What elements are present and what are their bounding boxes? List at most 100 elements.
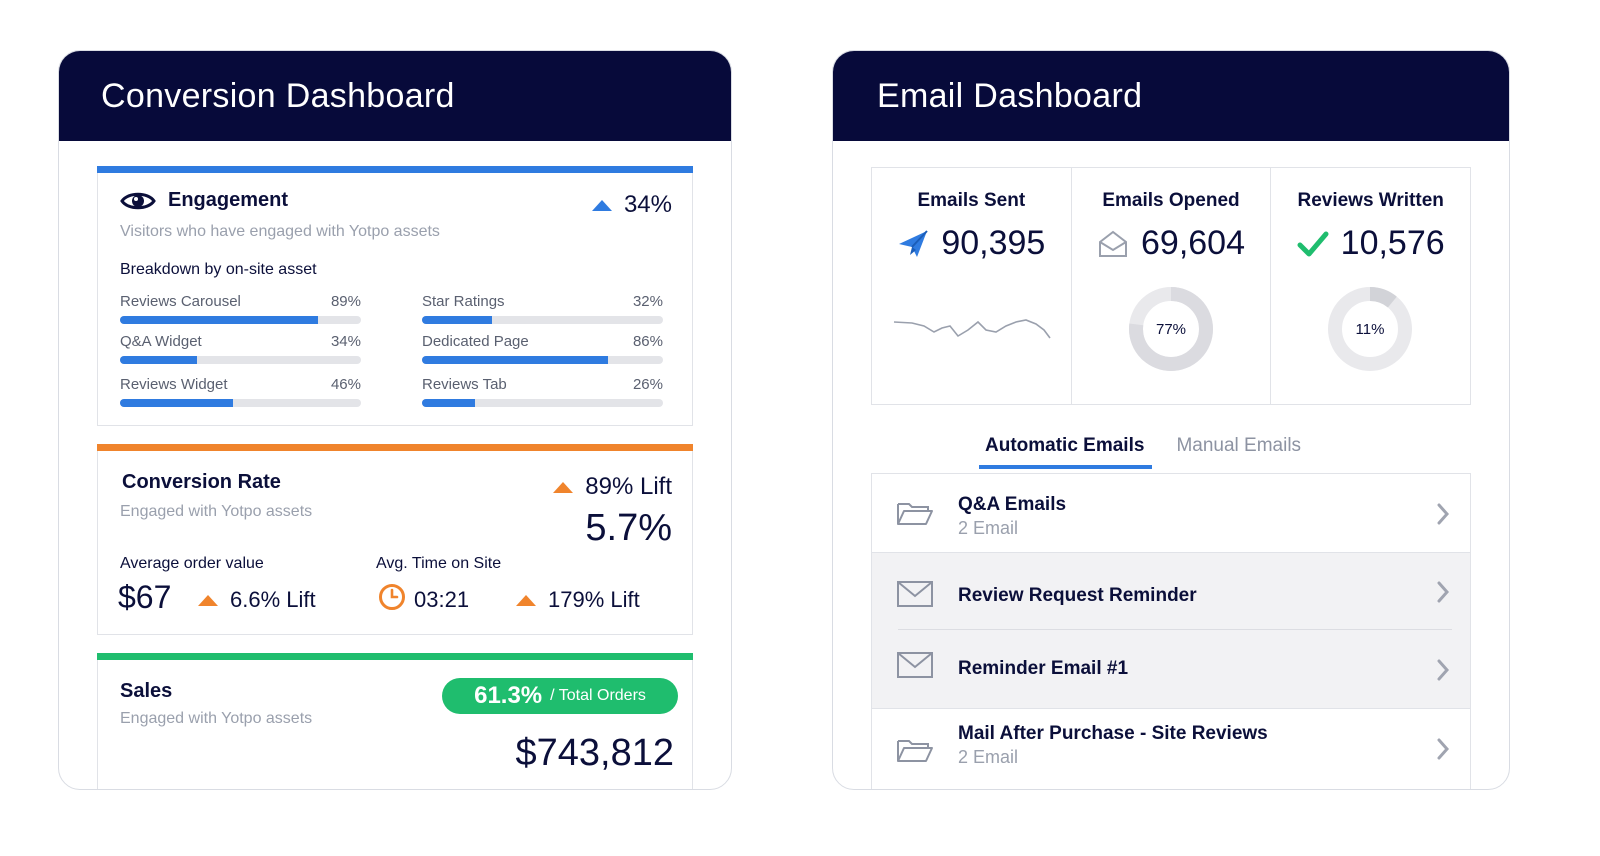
asset-bar: Reviews Tab 26% xyxy=(422,376,663,407)
asset-fill xyxy=(120,316,318,324)
asset-value: 34% xyxy=(330,333,361,350)
asset-value: 89% xyxy=(330,293,361,310)
chevron-right-icon[interactable] xyxy=(1436,580,1450,604)
asset-label: Star Ratings xyxy=(422,293,505,310)
asset-fill xyxy=(422,356,608,364)
asset-bar: Q&A Widget 34% xyxy=(120,333,361,364)
stat-value: 69,604 xyxy=(1141,224,1245,262)
chevron-right-icon[interactable] xyxy=(1436,737,1450,761)
engagement-accent-bar xyxy=(97,166,693,173)
time-on-site-value: 03:21 xyxy=(414,587,470,612)
conversion-rate-card[interactable]: Conversion Rate Engaged with Yotpo asset… xyxy=(97,444,693,635)
asset-track xyxy=(422,399,663,407)
conversion-dashboard-title: Conversion Dashboard xyxy=(101,76,455,115)
list-item-title: Review Request Reminder xyxy=(958,585,1197,606)
total-orders-badge: 61.3% / Total Orders xyxy=(442,678,678,714)
asset-fill xyxy=(422,316,492,324)
conversion-rate-value: 5.7% xyxy=(585,507,672,549)
list-item-title: Q&A Emails xyxy=(958,494,1067,515)
stat-reviews-written[interactable]: Reviews Written 10,576 11% xyxy=(1271,168,1470,404)
email-dashboard-panel: Email Dashboard Emails Sent 90,395 Email… xyxy=(832,50,1510,790)
email-tabs: Automatic Emails Manual Emails xyxy=(979,435,1327,469)
chevron-right-icon[interactable] xyxy=(1436,658,1450,682)
sales-accent-bar xyxy=(97,653,693,660)
time-lift: 179% Lift xyxy=(516,587,640,613)
donut-label: 11% xyxy=(1356,321,1385,338)
envelope-icon xyxy=(897,581,933,607)
engagement-title: Engagement xyxy=(168,189,289,211)
stat-emails-opened[interactable]: Emails Opened 69,604 77% xyxy=(1072,168,1272,404)
stat-title: Emails Sent xyxy=(917,190,1026,211)
email-group: Review Request Reminder Reminder Email #… xyxy=(871,553,1471,709)
asset-track xyxy=(422,356,663,364)
total-orders-value: 61.3% xyxy=(474,682,543,709)
email-list: Q&A Emails 2 Email Review Request Remind… xyxy=(871,473,1471,789)
folder-icon xyxy=(897,740,933,762)
asset-track xyxy=(422,316,663,324)
asset-fill xyxy=(120,356,198,364)
stat-value: 10,576 xyxy=(1340,224,1445,262)
asset-track xyxy=(120,356,361,364)
arrow-up-icon xyxy=(553,481,574,493)
asset-label: Reviews Tab xyxy=(422,376,507,393)
conversion-rate-subtitle: Engaged with Yotpo assets xyxy=(120,503,313,520)
clock-icon xyxy=(379,584,405,610)
aov-label: Average order value xyxy=(120,555,264,572)
asset-label: Q&A Widget xyxy=(120,333,202,350)
email-dashboard-title: Email Dashboard xyxy=(877,76,1143,115)
open-envelope-icon xyxy=(1099,230,1127,257)
asset-track xyxy=(120,399,361,407)
list-item-mail-after-purchase[interactable]: Mail After Purchase - Site Reviews 2 Ema… xyxy=(871,709,1471,789)
asset-fill xyxy=(422,399,476,407)
tab-automatic-emails[interactable]: Automatic Emails xyxy=(979,435,1153,469)
engagement-change: 34% xyxy=(591,191,672,219)
asset-value: 46% xyxy=(330,376,361,393)
stat-emails-sent[interactable]: Emails Sent 90,395 xyxy=(872,168,1072,404)
opened-donut-chart: 77% xyxy=(1128,287,1213,371)
asset-fill xyxy=(120,399,234,407)
sales-title: Sales xyxy=(120,680,173,702)
aov-lift-value: 6.6% Lift xyxy=(230,587,316,612)
list-item-title: Mail After Purchase - Site Reviews xyxy=(958,723,1268,744)
tab-manual-emails[interactable]: Manual Emails xyxy=(1170,435,1309,469)
sales-amount: $743,812 xyxy=(515,732,675,774)
conversion-accent-bar xyxy=(97,444,693,451)
list-item-review-request-reminder[interactable]: Review Request Reminder xyxy=(872,553,1470,629)
stat-title: Reviews Written xyxy=(1297,190,1444,211)
email-stats: Emails Sent 90,395 Emails Opened 69,604 … xyxy=(871,167,1471,405)
asset-label: Reviews Carousel xyxy=(120,293,241,310)
engagement-card[interactable]: Engagement 34% Visitors who have engaged… xyxy=(97,166,693,426)
eye-icon xyxy=(120,192,156,209)
list-item-title: Reminder Email #1 xyxy=(958,658,1129,679)
asset-bar: Reviews Carousel 89% xyxy=(120,293,361,324)
breakdown-label: Breakdown by on-site asset xyxy=(120,261,317,278)
conversion-dashboard-header: Conversion Dashboard xyxy=(59,51,731,141)
engagement-change-value: 34% xyxy=(623,191,672,218)
stat-title: Emails Opened xyxy=(1102,190,1240,211)
sales-card[interactable]: Sales Engaged with Yotpo assets 61.3% / … xyxy=(97,653,693,789)
arrow-up-icon xyxy=(591,199,612,211)
conversion-dashboard-panel: Conversion Dashboard Engagement 34% Visi… xyxy=(58,50,732,790)
arrow-up-icon xyxy=(198,594,218,606)
conversion-lift-value: 89% Lift xyxy=(585,473,672,500)
sparkline-chart xyxy=(893,319,1051,339)
stat-value: 90,395 xyxy=(941,224,1046,262)
conversion-rate-title: Conversion Rate xyxy=(122,471,281,493)
asset-value: 26% xyxy=(632,376,663,393)
engagement-subtitle: Visitors who have engaged with Yotpo ass… xyxy=(120,223,440,240)
list-item-reminder-email-1[interactable]: Reminder Email #1 xyxy=(872,630,1470,708)
donut-label: 77% xyxy=(1156,321,1186,338)
list-item-subtitle: 2 Email xyxy=(958,747,1019,767)
envelope-icon xyxy=(897,652,933,678)
asset-bar: Star Ratings 32% xyxy=(422,293,663,324)
time-on-site-label: Avg. Time on Site xyxy=(376,555,502,572)
chevron-right-icon[interactable] xyxy=(1436,502,1450,526)
arrow-up-icon xyxy=(516,594,536,606)
email-dashboard-header: Email Dashboard xyxy=(833,51,1509,141)
check-icon xyxy=(1297,231,1329,256)
asset-value: 86% xyxy=(632,333,663,350)
list-item-qa-emails[interactable]: Q&A Emails 2 Email xyxy=(871,474,1471,553)
asset-bar: Dedicated Page 86% xyxy=(422,333,663,364)
folder-icon xyxy=(897,503,933,525)
aov-lift: 6.6% Lift xyxy=(198,587,316,613)
